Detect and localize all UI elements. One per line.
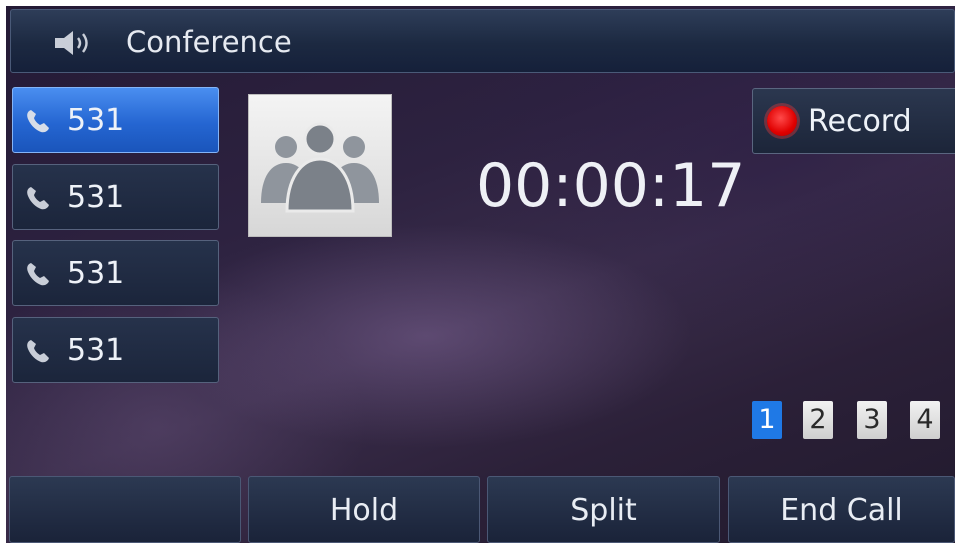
conference-avatar bbox=[248, 94, 392, 237]
line-key-2[interactable]: 531 bbox=[12, 164, 219, 230]
phone-screen: Conference 531 531 531 531 00:00:17 Reco… bbox=[6, 6, 955, 543]
hold-button[interactable]: Hold bbox=[248, 476, 480, 543]
softkey-1-empty[interactable] bbox=[9, 476, 241, 543]
speaker-icon bbox=[55, 31, 88, 55]
line-key-4[interactable]: 531 bbox=[12, 317, 219, 383]
record-dot-icon bbox=[767, 106, 797, 136]
page-indicator-3[interactable]: 3 bbox=[857, 401, 887, 439]
page-title: Conference bbox=[126, 25, 292, 59]
phone-icon bbox=[27, 340, 49, 363]
record-label: Record bbox=[808, 104, 912, 139]
line-label: 531 bbox=[67, 333, 125, 368]
conference-group-icon bbox=[261, 122, 379, 213]
line-label: 531 bbox=[67, 256, 125, 291]
line-label: 531 bbox=[67, 103, 125, 138]
end-call-button[interactable]: End Call bbox=[728, 476, 955, 543]
call-duration: 00:00:17 bbox=[476, 151, 746, 221]
line-label: 531 bbox=[67, 180, 125, 215]
page-indicator-2[interactable]: 2 bbox=[803, 401, 833, 439]
record-button[interactable]: Record bbox=[752, 88, 955, 154]
line-key-3[interactable]: 531 bbox=[12, 240, 219, 306]
page-indicator-1[interactable]: 1 bbox=[752, 401, 782, 439]
split-button[interactable]: Split bbox=[487, 476, 720, 543]
title-bar: Conference bbox=[10, 9, 955, 73]
phone-icon bbox=[27, 187, 49, 210]
phone-icon bbox=[27, 110, 49, 133]
page-indicator-4[interactable]: 4 bbox=[910, 401, 940, 439]
phone-icon bbox=[27, 263, 49, 286]
line-key-1[interactable]: 531 bbox=[12, 87, 219, 153]
